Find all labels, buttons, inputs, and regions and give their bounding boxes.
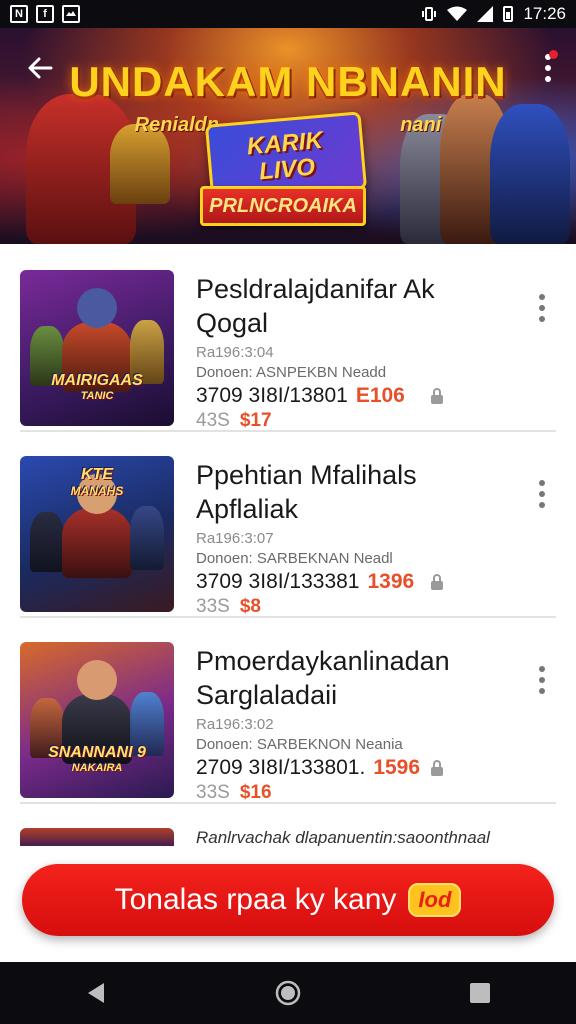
notification-f-icon: f <box>36 5 54 23</box>
game-thumbnail[interactable]: SNANNANI 9 NAKAIRA <box>20 642 174 798</box>
item-code: 2709 3I8I/133801. <box>196 756 366 779</box>
item-price-red: 1396 <box>367 570 415 593</box>
item-meta: Donoen: SARBEKNAN Neadl <box>196 550 393 567</box>
item-title-line2: Apflaliak <box>196 494 299 524</box>
thumb-label: SNANNANI 9 NAKAIRA <box>48 744 146 774</box>
notification-image-icon <box>62 5 80 23</box>
notification-n-icon: N <box>10 5 28 23</box>
system-nav-bar <box>0 962 576 1024</box>
item-sale-price: $17 <box>239 410 272 431</box>
banner-ribbon: PRLNCROAIKA <box>200 186 366 226</box>
item-title-line1: Pmoerdaykanlinadan <box>196 646 450 676</box>
item-title-line1: Ppehtian Mfalihals <box>196 460 417 490</box>
hero-banner: UNDAKAM NBNANIN Renialdn nani KARIK LIVO… <box>0 28 576 244</box>
banner-subtitle-right: nani <box>400 114 442 136</box>
nav-back-button[interactable] <box>76 973 116 1013</box>
list-item[interactable]: KTE MANAHS Ppehtian Mfalihals Apflaliak … <box>20 430 556 618</box>
thumb-label: KTE MANAHS <box>70 466 124 498</box>
item-price-line: 33S $8 <box>196 596 261 618</box>
signal-icon <box>477 6 494 22</box>
item-code-line: 2709 3I8I/133801. 1596 <box>196 756 420 780</box>
lock-icon <box>431 760 443 776</box>
item-sale-price: $8 <box>239 596 261 617</box>
game-thumbnail[interactable]: MAIRIGAAS TANIC <box>20 270 174 426</box>
status-left-icons: N f <box>10 5 80 23</box>
list-item[interactable]: SNANNANI 9 NAKAIRA Pmoerdaykanlinadan Sa… <box>20 616 556 804</box>
square-recent-icon <box>470 983 490 1003</box>
status-right-icons: 17:26 <box>421 4 566 24</box>
notification-badge <box>549 50 558 59</box>
primary-action-button[interactable]: Tonalas rpaa ky kany Iod <box>22 864 554 936</box>
game-thumbnail[interactable]: KTE MANAHS <box>20 456 174 612</box>
item-sale-price: $16 <box>239 782 272 803</box>
status-bar: N f 17:26 <box>0 0 576 28</box>
item-old-price: 43S <box>196 410 230 431</box>
partial-item-title[interactable]: Ranlrvachak dlapanuentin:saoonthnaal <box>196 828 490 848</box>
thumb-character-head <box>77 288 117 328</box>
item-price-line: 33S $16 <box>196 782 272 804</box>
item-title-line1: Pesldralajdanifar Ak <box>196 274 435 304</box>
item-code-line: 3709 3I8I/13801 E106 <box>196 384 405 408</box>
nav-recent-button[interactable] <box>460 973 500 1013</box>
nav-home-button[interactable] <box>268 973 308 1013</box>
thumb-character <box>30 512 64 572</box>
vibrate-icon <box>422 7 437 21</box>
item-title-line2: Sarglaladaii <box>196 680 338 710</box>
item-title[interactable]: Pmoerdaykanlinadan Sarglaladaii <box>196 644 506 712</box>
item-meta: Donoen: ASNPEKBN Neadd <box>196 364 387 381</box>
item-old-price: 33S <box>196 596 230 617</box>
more-dot <box>545 76 551 82</box>
thumb-character-head <box>77 660 117 700</box>
item-title-line2: Qogal <box>196 308 269 338</box>
wifi-icon <box>447 6 468 21</box>
item-price-line: 43S $17 <box>196 410 272 432</box>
back-button[interactable] <box>20 48 60 88</box>
cta-label: Tonalas rpaa ky kany <box>114 883 397 916</box>
item-title[interactable]: Ppehtian Mfalihals Apflaliak <box>196 458 506 526</box>
item-price-red: E106 <box>355 384 405 407</box>
circle-home-icon <box>275 980 301 1006</box>
item-meta: Donoen: SARBEKNON Neania <box>196 736 403 753</box>
item-code: 3709 3I8I/133381 <box>196 570 360 593</box>
cta-badge: Iod <box>408 883 462 917</box>
item-code: 3709 3I8I/13801 <box>196 384 348 407</box>
thumb-label: MAIRIGAAS TANIC <box>51 372 143 402</box>
banner-title: UNDAKAM NBNANIN <box>69 58 507 105</box>
list-item[interactable]: MAIRIGAAS TANIC Pesldralajdanifar Ak Qog… <box>20 244 556 432</box>
battery-icon <box>503 6 514 22</box>
item-date: Ra196:3:04 <box>196 344 274 361</box>
item-old-price: 33S <box>196 782 230 803</box>
lock-icon <box>431 388 443 404</box>
more-dot <box>545 65 551 71</box>
item-more-button[interactable] <box>534 294 550 326</box>
banner-logo-line2: LIVO <box>258 153 317 186</box>
thumb-character <box>62 508 132 578</box>
item-price-red: 1596 <box>373 756 421 779</box>
item-code-line: 3709 3I8I/133381 1396 <box>196 570 414 594</box>
cta-area: Tonalas rpaa ky kany Iod <box>0 846 576 962</box>
thumb-character <box>130 506 164 570</box>
status-time: 17:26 <box>523 4 566 23</box>
triangle-back-icon <box>88 983 104 1003</box>
item-date: Ra196:3:07 <box>196 530 274 547</box>
item-date: Ra196:3:02 <box>196 716 274 733</box>
item-title[interactable]: Pesldralajdanifar Ak Qogal <box>196 272 506 340</box>
partial-item-thumbnail[interactable] <box>20 828 174 848</box>
item-more-button[interactable] <box>534 480 550 512</box>
lock-icon <box>431 574 443 590</box>
item-more-button[interactable] <box>534 666 550 698</box>
arrow-left-icon <box>28 57 53 79</box>
